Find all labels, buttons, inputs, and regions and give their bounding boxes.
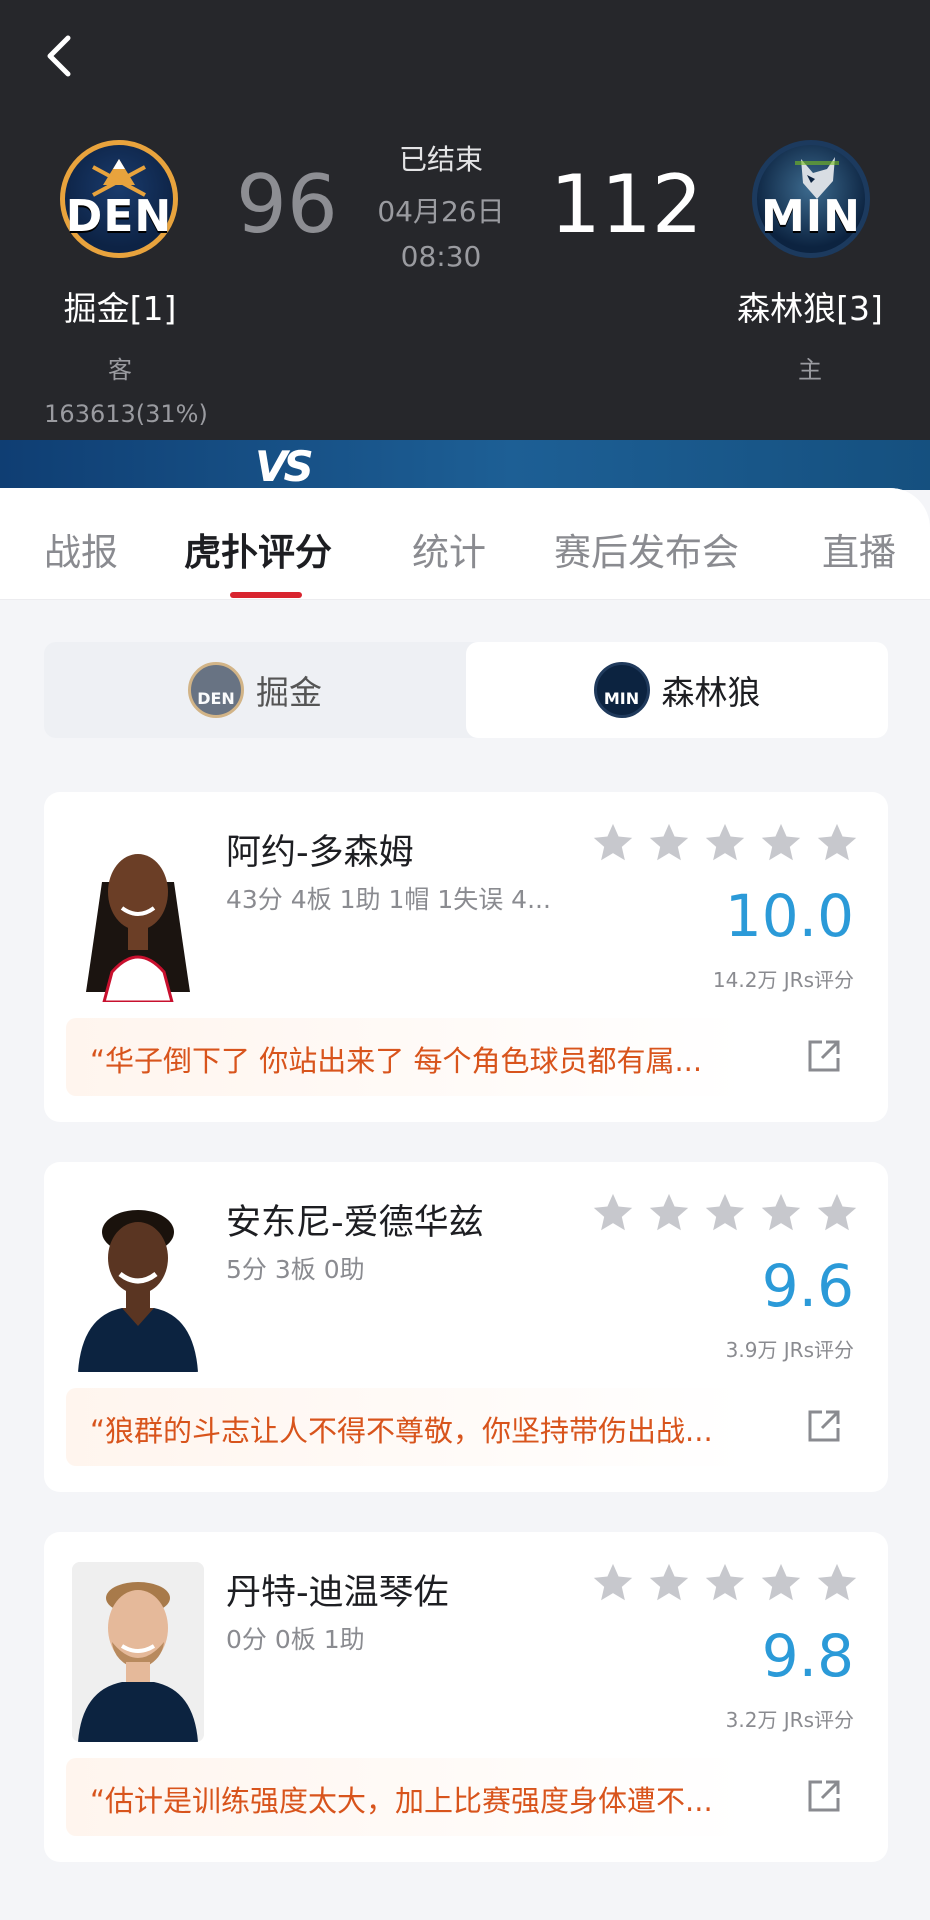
player-photo	[72, 1562, 204, 1742]
player-card[interactable]: 丹特-迪温琴佐 0分 0板 1助 9.8 3.2万 JRs评分 “估计是训练强度…	[44, 1532, 888, 1862]
away-role-label: 客	[108, 356, 132, 384]
top-comment[interactable]: “华子倒下了 你站出来了 每个角色球员都有属...	[66, 1018, 866, 1096]
vs-banner: VS	[0, 440, 930, 490]
player-stats: 0分 0板 1助	[226, 1625, 365, 1654]
mountain-icon	[92, 159, 146, 197]
home-role-label: 主	[798, 356, 822, 384]
player-rating: 9.8	[761, 1622, 854, 1690]
star-icon[interactable]	[590, 1190, 636, 1236]
star-icon[interactable]	[814, 820, 860, 866]
team-switch-away[interactable]: DEN 掘金	[44, 642, 466, 738]
star-icon[interactable]	[702, 1560, 748, 1606]
away-team-logo[interactable]: DEN	[60, 140, 178, 258]
player-name: 丹特-迪温琴佐	[226, 1573, 449, 1613]
player-photo	[72, 1192, 204, 1372]
tab-ratings[interactable]: 虎扑评分	[184, 522, 332, 576]
comment-text: “估计是训练强度太大，加上比赛强度身体遭不...	[90, 1784, 713, 1818]
tab-bar: 战报 虎扑评分 统计 赛后发布会 直播	[0, 488, 930, 600]
player-card[interactable]: 阿约-多森姆 43分 4板 1助 1帽 1失误 4... 10.0 14.2万 …	[44, 792, 888, 1122]
star-icon[interactable]	[758, 1190, 804, 1236]
share-icon[interactable]	[806, 1408, 842, 1444]
home-team-logo[interactable]: MIN	[752, 140, 870, 258]
game-header: DEN 96 已结束 04月26日 08:30 112 MIN 掘金[1] 森林…	[0, 0, 930, 440]
away-score: 96	[236, 158, 338, 251]
star-icon[interactable]	[646, 820, 692, 866]
away-mini-logo: DEN	[188, 662, 244, 718]
comment-text: “华子倒下了 你站出来了 每个角色球员都有属...	[90, 1044, 703, 1078]
player-stats: 5分 3板 0助	[226, 1255, 365, 1284]
content-panel: 战报 虎扑评分 统计 赛后发布会 直播 DEN 掘金 MIN 森林狼 阿约-多森…	[0, 488, 930, 1920]
top-comment[interactable]: “估计是训练强度太大，加上比赛强度身体遭不...	[66, 1758, 866, 1836]
home-mini-logo: MIN	[593, 662, 650, 718]
star-icon[interactable]	[590, 1560, 636, 1606]
tab-report[interactable]: 战报	[44, 522, 118, 576]
star-icon[interactable]	[646, 1560, 692, 1606]
star-icon[interactable]	[646, 1190, 692, 1236]
star-icon[interactable]	[702, 820, 748, 866]
active-tab-indicator	[230, 592, 302, 598]
game-status: 已结束	[398, 143, 483, 176]
share-icon[interactable]	[806, 1778, 842, 1814]
team-switch-home[interactable]: MIN 森林狼	[466, 642, 888, 738]
game-date: 04月26日	[377, 195, 505, 228]
player-card[interactable]: 安东尼-爱德华兹 5分 3板 0助 9.6 3.9万 JRs评分 “狼群的斗志让…	[44, 1162, 888, 1492]
rating-count: 14.2万 JRs评分	[712, 968, 854, 992]
team-switch-away-label: 掘金	[256, 673, 322, 712]
player-rating: 10.0	[724, 882, 854, 950]
star-icon[interactable]	[814, 1560, 860, 1606]
team-switch: DEN 掘金 MIN 森林狼	[44, 642, 888, 738]
away-team-name: 掘金[1]	[63, 289, 177, 328]
rating-stars[interactable]	[590, 1190, 860, 1236]
back-chevron-icon[interactable]	[40, 30, 80, 82]
top-comment[interactable]: “狼群的斗志让人不得不尊敬，你坚持带伤出战...	[66, 1388, 866, 1466]
home-score: 112	[550, 158, 703, 251]
star-icon[interactable]	[702, 1190, 748, 1236]
rating-stars[interactable]	[590, 1560, 860, 1606]
star-icon[interactable]	[758, 1560, 804, 1606]
star-icon[interactable]	[758, 820, 804, 866]
star-icon[interactable]	[814, 1190, 860, 1236]
star-icon[interactable]	[590, 820, 636, 866]
game-time: 08:30	[400, 240, 482, 273]
tab-press-conference[interactable]: 赛后发布会	[554, 522, 739, 576]
rating-count: 3.2万 JRs评分	[725, 1708, 854, 1732]
tab-live[interactable]: 直播	[822, 522, 896, 576]
tab-stats[interactable]: 统计	[412, 522, 486, 576]
away-support-count: 163613(31%)	[44, 400, 208, 428]
rating-stars[interactable]	[590, 820, 860, 866]
comment-text: “狼群的斗志让人不得不尊敬，你坚持带伤出战...	[90, 1414, 713, 1448]
vs-label: VS	[255, 442, 314, 490]
player-name: 安东尼-爱德华兹	[226, 1203, 484, 1243]
player-photo	[72, 822, 204, 1002]
team-switch-home-label: 森林狼	[661, 673, 761, 712]
home-team-name: 森林狼[3]	[737, 289, 883, 328]
share-icon[interactable]	[806, 1038, 842, 1074]
player-stats: 43分 4板 1助 1帽 1失误 4...	[226, 885, 551, 914]
rating-count: 3.9万 JRs评分	[725, 1338, 854, 1362]
player-rating: 9.6	[761, 1252, 854, 1320]
wolf-icon	[795, 157, 839, 199]
player-name: 阿约-多森姆	[226, 833, 414, 873]
